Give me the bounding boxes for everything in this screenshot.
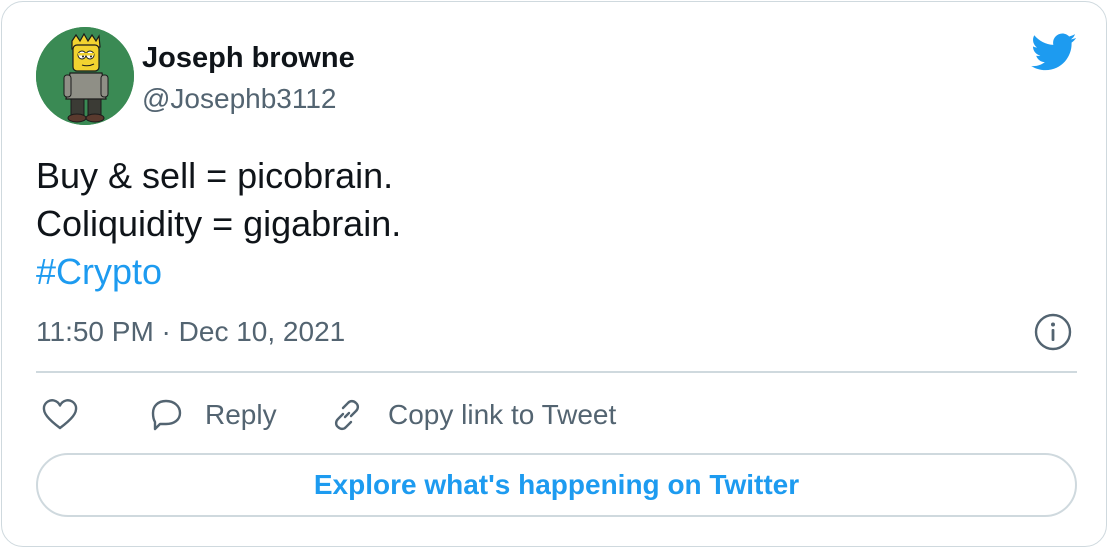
info-icon[interactable] [1033, 312, 1073, 352]
tweet-text: Buy & sell = picobrain. Coliquidity = gi… [36, 152, 401, 296]
reply-label: Reply [205, 399, 277, 430]
reply-icon [151, 399, 182, 431]
tweet-line: Coliquidity = gigabrain. [36, 203, 402, 244]
tweet-line: Buy & sell = picobrain. [36, 155, 394, 196]
tweet-card[interactable]: Joseph browne @Josephb3112 Buy & sell = … [1, 1, 1107, 547]
link-icon [334, 399, 360, 431]
cartoon-character-avatar-image [36, 27, 134, 125]
reply-button[interactable]: Reply [147, 392, 277, 438]
tweet-timestamp[interactable]: 11:50 PM · Dec 10, 2021 [36, 314, 345, 350]
copy-link-button[interactable]: Copy link to Tweet [328, 392, 616, 438]
explore-twitter-button[interactable]: Explore what's happening on Twitter [36, 453, 1077, 517]
hashtag-link[interactable]: #Crypto [36, 248, 401, 296]
like-button[interactable] [40, 392, 80, 438]
twitter-bird-icon[interactable] [1029, 32, 1077, 72]
copy-link-label: Copy link to Tweet [388, 399, 617, 430]
heart-icon [42, 399, 78, 430]
author-handle[interactable]: @Josephb3112 [142, 82, 337, 116]
divider [36, 371, 1077, 373]
avatar[interactable] [36, 27, 134, 125]
author-display-name[interactable]: Joseph browne [142, 40, 355, 76]
